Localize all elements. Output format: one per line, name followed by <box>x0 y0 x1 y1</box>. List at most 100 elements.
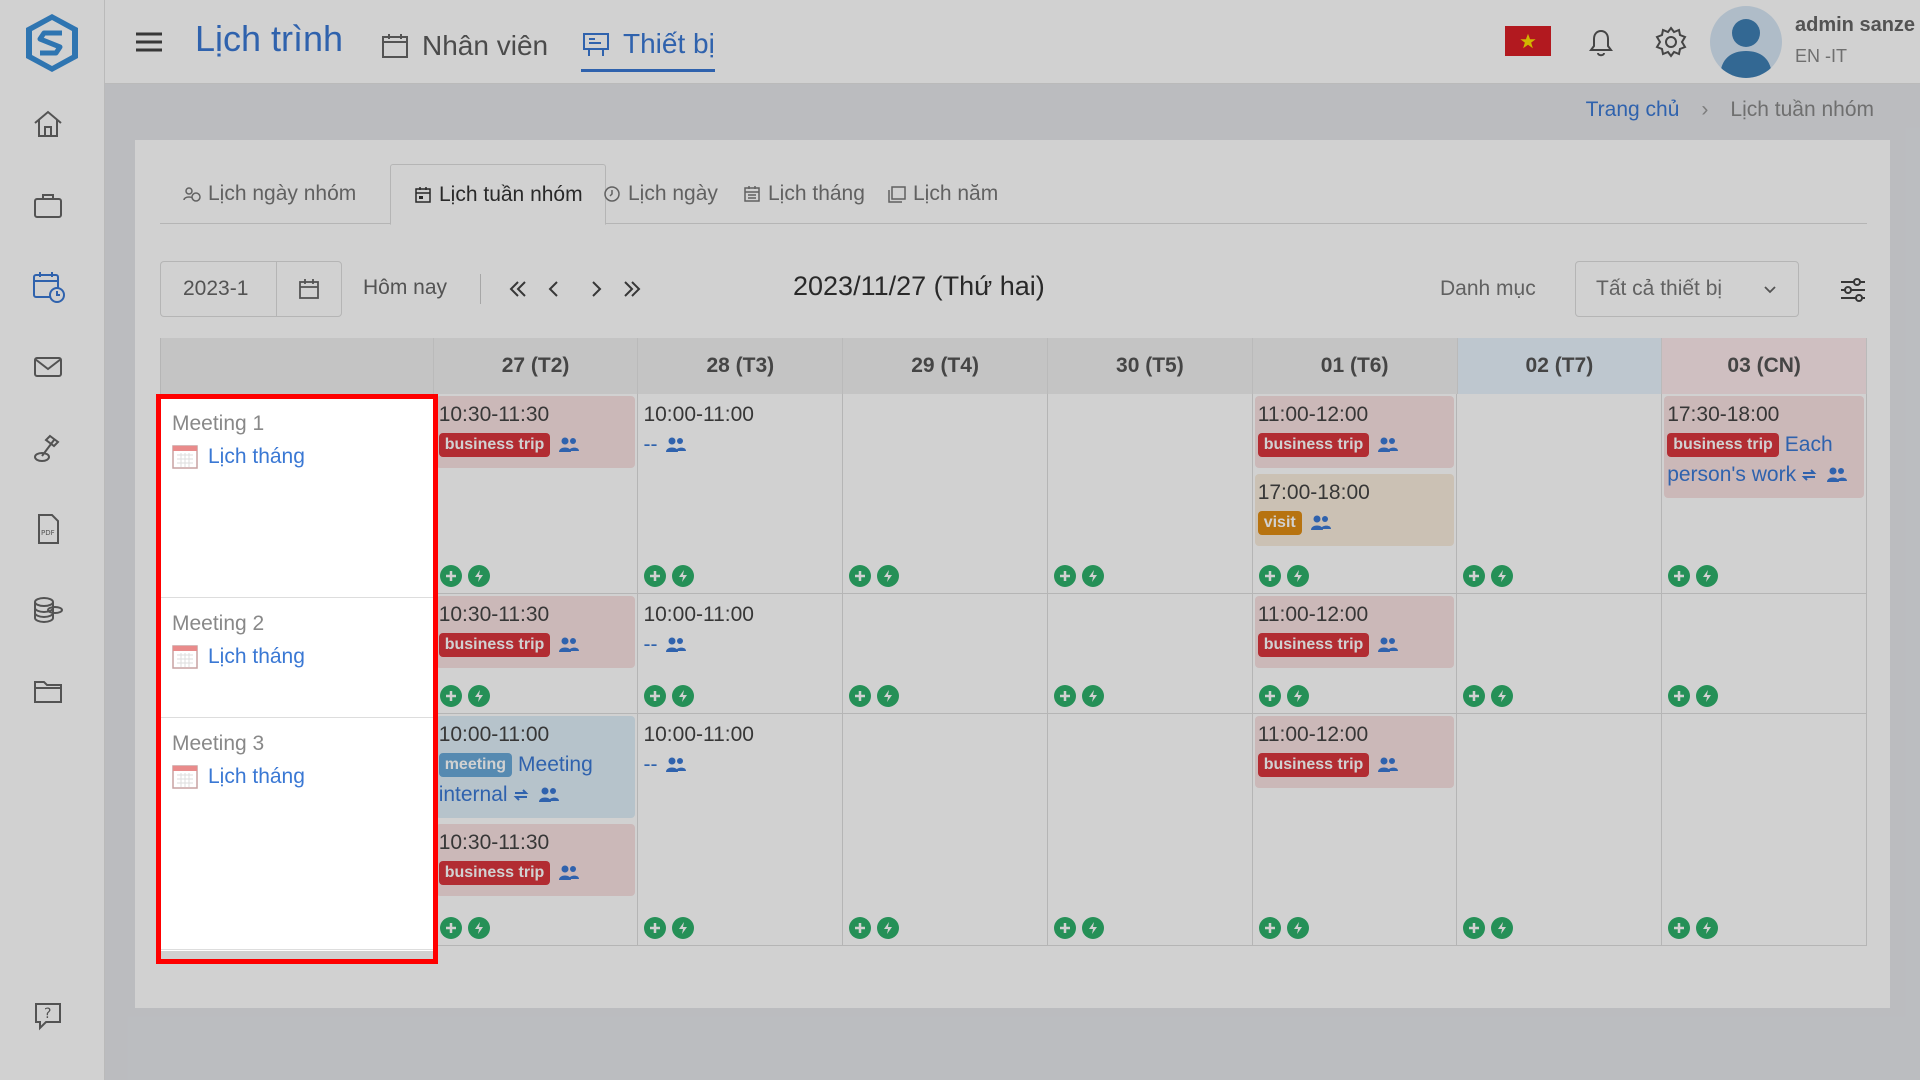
add-event-icon[interactable] <box>1053 917 1076 939</box>
hamburger-menu-icon[interactable] <box>133 28 165 56</box>
quick-add-bolt-icon[interactable] <box>1081 565 1104 587</box>
day-cell[interactable] <box>843 714 1048 945</box>
day-cell[interactable]: 10:00-11:00 -- <box>638 394 844 593</box>
event-card[interactable]: 10:00-11:00 -- <box>640 396 840 468</box>
add-event-icon[interactable] <box>1258 565 1281 587</box>
add-event-icon[interactable] <box>1463 685 1486 707</box>
day-cell[interactable]: 17:30-18:00 business trip Each person's wo… <box>1662 394 1867 593</box>
event-card[interactable]: 11:00-12:00 business trip <box>1254 716 1455 788</box>
quick-add-bolt-icon[interactable] <box>1286 565 1309 587</box>
device-select[interactable]: Tất cả thiết bị <box>1575 261 1799 317</box>
day-cell[interactable] <box>1662 714 1867 945</box>
quick-add-bolt-icon[interactable] <box>877 917 900 939</box>
tab-lich-nam[interactable]: Lịch năm <box>865 164 1020 224</box>
day-cell[interactable]: 10:30-11:30 business trip <box>434 394 639 593</box>
event-card[interactable]: 10:00-11:00 -- <box>640 596 840 668</box>
quick-add-bolt-icon[interactable] <box>1081 685 1104 707</box>
add-event-icon[interactable] <box>1668 685 1691 707</box>
quick-add-bolt-icon[interactable] <box>877 685 900 707</box>
quick-add-bolt-icon[interactable] <box>1696 565 1719 587</box>
quick-add-bolt-icon[interactable] <box>1491 917 1514 939</box>
day-cell[interactable] <box>843 594 1048 713</box>
help-icon[interactable]: ? <box>28 995 68 1035</box>
resource-month-link[interactable]: Lịch tháng <box>172 764 421 790</box>
day-cell[interactable]: 11:00-12:00 business trip <box>1253 714 1458 945</box>
mail-icon[interactable] <box>28 347 68 387</box>
bell-icon[interactable] <box>1581 22 1621 62</box>
day-cell[interactable]: 11:00-12:00 business trip 17:00-18:00 visit <box>1253 394 1458 593</box>
nav-nhan-vien[interactable]: Nhân viên <box>380 24 548 68</box>
quick-add-bolt-icon[interactable] <box>672 565 695 587</box>
day-cell[interactable]: 10:00-11:00 meeting Meeting internal 10:30-… <box>434 714 639 945</box>
pdf-file-icon[interactable]: PDF <box>28 509 68 549</box>
quick-add-bolt-icon[interactable] <box>672 917 695 939</box>
day-cell[interactable]: 10:00-11:00 -- <box>638 594 844 713</box>
quick-add-bolt-icon[interactable] <box>672 685 695 707</box>
calendar-clock-icon[interactable] <box>28 266 68 306</box>
gear-icon[interactable] <box>1651 22 1691 62</box>
double-chevron-left-icon[interactable] <box>501 272 535 306</box>
day-cell[interactable]: 11:00-12:00 business trip <box>1253 594 1458 713</box>
quick-add-bolt-icon[interactable] <box>1696 917 1719 939</box>
add-event-icon[interactable] <box>849 565 872 587</box>
chevron-left-icon[interactable] <box>537 272 571 306</box>
today-button[interactable]: Hôm nay <box>363 276 447 300</box>
quick-add-bolt-icon[interactable] <box>1696 685 1719 707</box>
add-event-icon[interactable] <box>1463 917 1486 939</box>
day-cell[interactable]: 10:00-11:00 -- <box>638 714 844 945</box>
user-name[interactable]: admin sanze <box>1795 14 1915 37</box>
breadcrumb-home-link[interactable]: Trang chủ <box>1586 98 1680 122</box>
quick-add-bolt-icon[interactable] <box>1286 917 1309 939</box>
chevron-right-icon[interactable] <box>579 272 613 306</box>
date-input[interactable]: 2023-1 <box>160 261 276 317</box>
add-event-icon[interactable] <box>1053 565 1076 587</box>
event-card[interactable]: 17:30-18:00 business trip Each person's wo… <box>1664 396 1864 498</box>
day-cell[interactable] <box>1457 714 1663 945</box>
folder-icon[interactable] <box>28 671 68 711</box>
app-title[interactable]: Lịch trình <box>195 18 343 60</box>
date-picker-button[interactable] <box>276 261 342 317</box>
quick-add-bolt-icon[interactable] <box>467 917 490 939</box>
quick-add-bolt-icon[interactable] <box>877 565 900 587</box>
event-card[interactable]: 10:30-11:30 business trip <box>435 396 636 468</box>
day-cell[interactable] <box>1457 394 1663 593</box>
event-card[interactable]: 17:00-18:00 visit <box>1254 474 1455 546</box>
add-event-icon[interactable] <box>1463 565 1486 587</box>
day-cell[interactable] <box>843 394 1048 593</box>
add-event-icon[interactable] <box>1258 685 1281 707</box>
day-cell[interactable] <box>1048 594 1253 713</box>
quick-add-bolt-icon[interactable] <box>1491 565 1514 587</box>
add-event-icon[interactable] <box>1668 917 1691 939</box>
add-event-icon[interactable] <box>644 917 667 939</box>
add-event-icon[interactable] <box>439 565 462 587</box>
nav-thiet-bi[interactable]: Thiết bị <box>581 24 715 72</box>
briefcase-icon[interactable] <box>28 185 68 225</box>
add-event-icon[interactable] <box>439 685 462 707</box>
tab-lich-ngay[interactable]: Lịch ngày <box>580 164 740 224</box>
event-card[interactable]: 11:00-12:00 business trip <box>1254 396 1455 468</box>
quick-add-bolt-icon[interactable] <box>1286 685 1309 707</box>
app-logo-icon[interactable] <box>22 12 82 74</box>
coins-icon[interactable] <box>28 590 68 630</box>
add-event-icon[interactable] <box>1053 685 1076 707</box>
add-event-icon[interactable] <box>1668 565 1691 587</box>
quick-add-bolt-icon[interactable] <box>467 685 490 707</box>
avatar[interactable] <box>1710 6 1782 78</box>
add-event-icon[interactable] <box>644 565 667 587</box>
home-icon[interactable] <box>28 104 68 144</box>
event-card[interactable]: 10:00-11:00 -- <box>640 716 840 788</box>
day-cell[interactable] <box>1048 394 1253 593</box>
add-event-icon[interactable] <box>439 917 462 939</box>
event-card[interactable]: 10:30-11:30 business trip <box>435 824 636 896</box>
add-event-icon[interactable] <box>644 685 667 707</box>
event-card[interactable]: 11:00-12:00 business trip <box>1254 596 1455 668</box>
event-card[interactable]: 10:00-11:00 meeting Meeting internal <box>435 716 636 818</box>
day-cell[interactable] <box>1457 594 1663 713</box>
quick-add-bolt-icon[interactable] <box>1081 917 1104 939</box>
quick-add-bolt-icon[interactable] <box>1491 685 1514 707</box>
tab-lich-ngay-nhom[interactable]: Lịch ngày nhóm <box>160 164 378 224</box>
tab-lich-tuan-nhom[interactable]: Lịch tuần nhóm <box>390 164 606 225</box>
filter-sliders-icon[interactable] <box>1837 272 1869 306</box>
day-cell[interactable] <box>1048 714 1253 945</box>
day-cell[interactable] <box>1662 594 1867 713</box>
